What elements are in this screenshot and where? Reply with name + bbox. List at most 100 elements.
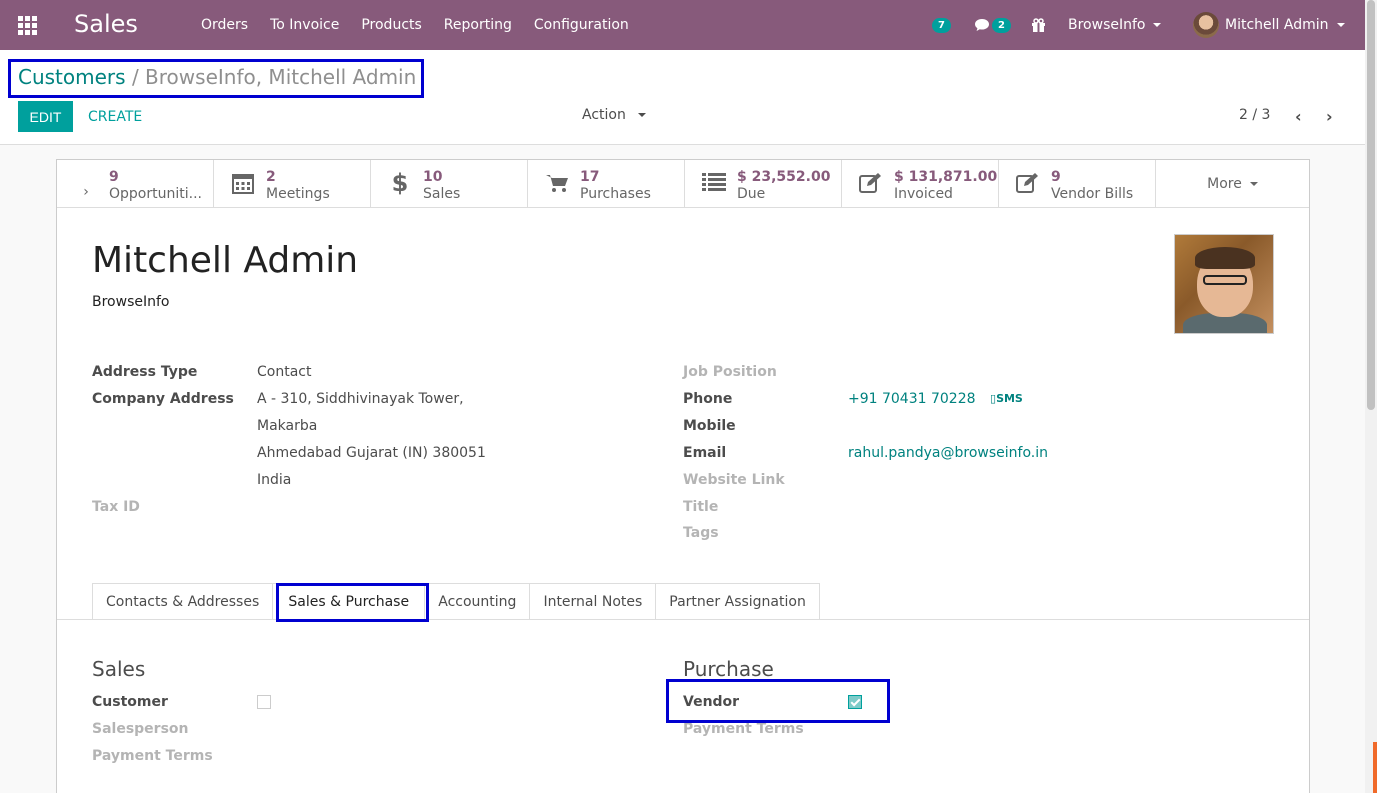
company-address-label: Company Address (92, 391, 234, 407)
tax-id-label: Tax ID (92, 499, 140, 515)
company-switcher[interactable]: BrowseInfo (1068, 0, 1162, 50)
gift-icon (1032, 17, 1045, 32)
activity-count-badge: 7 (932, 17, 951, 33)
control-panel: Customers / BrowseInfo, Mitchell Admin E… (0, 50, 1365, 145)
menu-configuration[interactable]: Configuration (523, 17, 640, 33)
sales-payment-terms-label: Payment Terms (92, 748, 213, 764)
page-scrollbar[interactable] (1365, 0, 1377, 793)
email-link[interactable]: rahul.pandya@browseinfo.in (848, 445, 1048, 461)
menu-orders[interactable]: Orders (190, 17, 259, 33)
meetings-label: Meetings (266, 186, 330, 202)
user-name: Mitchell Admin (1225, 17, 1329, 33)
invoiced-button[interactable]: $ 131,871.00 Invoiced (842, 160, 999, 208)
address-street2: Makarba (257, 418, 318, 434)
vendor-highlight-box (666, 679, 890, 723)
purchases-button[interactable]: 17 Purchases (528, 160, 685, 208)
list-icon (701, 172, 727, 198)
vendor-bills-label: Vendor Bills (1051, 186, 1134, 202)
tags-label: Tags (683, 525, 719, 541)
customer-label: Customer (92, 694, 168, 710)
chevron-down-icon (638, 113, 647, 117)
create-button[interactable]: CREATE (88, 101, 142, 132)
activity-menu[interactable]: 7 (932, 0, 951, 50)
notebook-tabs: Contacts & Addresses Sales & Purchase Ac… (92, 583, 820, 619)
partner-company: BrowseInfo (92, 294, 170, 310)
phone-label: Phone (683, 391, 733, 407)
pager-next-icon[interactable]: › (1326, 107, 1333, 126)
address-country: India (257, 472, 292, 488)
main-menu: Orders To Invoice Products Reporting Con… (190, 0, 640, 50)
breadcrumb-highlight-box (8, 59, 424, 98)
more-button[interactable]: More (1156, 160, 1309, 207)
salesperson-label: Salesperson (92, 721, 189, 737)
sales-count: 10 (423, 169, 443, 185)
address-street: A - 310, Siddhivinayak Tower, (257, 391, 464, 407)
app-title: Sales (74, 10, 138, 38)
tab-accounting[interactable]: Accounting (424, 583, 531, 619)
job-position-label: Job Position (683, 364, 777, 380)
pager-previous-icon[interactable]: ‹ (1295, 107, 1302, 126)
due-label: Due (737, 186, 766, 202)
company-switcher-label: BrowseInfo (1068, 17, 1146, 33)
chevron-down-icon (1249, 181, 1258, 186)
invoiced-amount: $ 131,871.00 (894, 169, 998, 185)
tab-highlight-box (276, 583, 429, 622)
tabs-divider (57, 619, 1309, 620)
menu-products[interactable]: Products (350, 17, 432, 33)
meetings-count: 2 (266, 169, 276, 185)
partner-photo[interactable] (1174, 234, 1274, 334)
edit-icon (858, 172, 884, 200)
action-label: Action (582, 107, 626, 123)
partner-name: Mitchell Admin (92, 240, 359, 281)
calendar-icon (230, 172, 256, 200)
tab-partner-assignation[interactable]: Partner Assignation (655, 583, 820, 619)
gift-menu[interactable] (1031, 0, 1046, 50)
tab-internal-notes[interactable]: Internal Notes (529, 583, 657, 619)
opportunities-button[interactable]: › 9 Opportuniti... (57, 160, 214, 208)
chevron-down-icon (1153, 23, 1162, 27)
action-dropdown[interactable]: Action (582, 107, 647, 123)
sales-label: Sales (423, 186, 461, 202)
sales-button[interactable]: $ 10 Sales (371, 160, 528, 208)
tab-contacts-addresses[interactable]: Contacts & Addresses (92, 583, 274, 619)
invoiced-label: Invoiced (894, 186, 953, 202)
title-label: Title (683, 499, 719, 515)
website-label: Website Link (683, 472, 785, 488)
messages-menu[interactable]: 2 (974, 0, 1011, 50)
email-label: Email (683, 445, 727, 461)
user-menu[interactable]: Mitchell Admin (1193, 0, 1345, 50)
address-type-label: Address Type (92, 364, 198, 380)
sms-label: SMS (996, 392, 1023, 405)
more-label: More (1207, 175, 1242, 192)
menu-to-invoice[interactable]: To Invoice (259, 17, 350, 33)
apps-menu-icon[interactable] (18, 16, 37, 35)
due-button[interactable]: $ 23,552.00 Due (685, 160, 842, 208)
opportunities-label: Opportuniti... (109, 186, 202, 202)
chevron-down-icon (1336, 23, 1345, 27)
scrollbar-thumb[interactable] (1367, 0, 1375, 410)
form-sheet: › 9 Opportuniti... 2 Meetings $ 10 Sales… (56, 159, 1310, 793)
opportunities-count: 9 (109, 169, 119, 185)
meetings-button[interactable]: 2 Meetings (214, 160, 371, 208)
smart-button-box: › 9 Opportuniti... 2 Meetings $ 10 Sales… (57, 160, 1309, 208)
star-icon: › (83, 184, 89, 200)
purchases-count: 17 (580, 169, 600, 185)
customer-checkbox[interactable] (257, 695, 271, 709)
purchases-label: Purchases (580, 186, 651, 202)
cart-icon (544, 172, 570, 200)
sms-button[interactable]: ▯SMS (990, 392, 1023, 405)
mobile-label: Mobile (683, 418, 736, 434)
chat-icon (975, 18, 989, 31)
menu-reporting[interactable]: Reporting (433, 17, 523, 33)
vendor-bills-count: 9 (1051, 169, 1061, 185)
messages-count-badge: 2 (992, 17, 1011, 33)
dollar-icon: $ (391, 169, 409, 197)
sales-section-title: Sales (92, 657, 146, 681)
purchase-payment-terms-label: Payment Terms (683, 721, 804, 737)
purchase-section-title: Purchase (683, 657, 774, 681)
top-navbar: Sales Orders To Invoice Products Reporti… (0, 0, 1365, 50)
edit-button[interactable]: EDIT (18, 101, 73, 132)
scrollbar-marker (1373, 742, 1377, 793)
phone-link[interactable]: +91 70431 70228 (848, 391, 976, 407)
vendor-bills-button[interactable]: 9 Vendor Bills (999, 160, 1156, 208)
